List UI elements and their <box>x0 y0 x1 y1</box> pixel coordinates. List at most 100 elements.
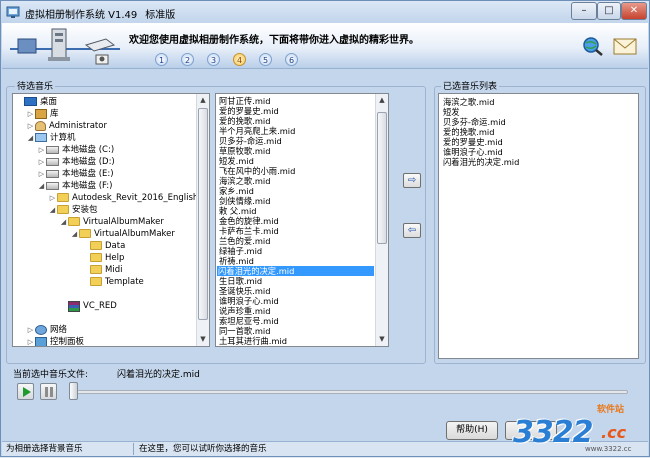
selected-music-item[interactable]: 贝多芬-命运.mid <box>443 117 506 127</box>
tree-node[interactable]: ▷ 本地磁盘 (E:) <box>37 168 114 180</box>
pause-button[interactable] <box>40 383 57 400</box>
selected-music-item[interactable]: 海滨之歌.mid <box>443 97 494 107</box>
tree-node[interactable]: Midi <box>81 264 122 276</box>
expand-toggle-icon[interactable]: ▷ <box>37 156 46 168</box>
library-icon <box>35 109 47 119</box>
music-file-item[interactable]: 爱的挽歌.mid <box>218 116 271 126</box>
tree-node[interactable]: ◢ 安装包 <box>48 204 98 216</box>
file-list-scrollbar[interactable]: ▲ ▼ <box>375 94 388 346</box>
expand-toggle-icon[interactable]: ▷ <box>48 192 57 204</box>
expand-toggle-icon[interactable]: ◢ <box>59 216 68 228</box>
selected-music-item[interactable]: 谁明浪子心.mid <box>443 147 503 157</box>
expand-toggle-icon[interactable]: ▷ <box>37 168 46 180</box>
tree-node[interactable]: ▷ 网络 <box>26 324 67 336</box>
window-title: 虚拟相册制作系统 V1.49 标准版 <box>25 10 176 21</box>
step-6[interactable]: 6 <box>285 53 298 66</box>
add-to-selected-button[interactable]: ⇨ <box>403 173 421 188</box>
expand-toggle-icon[interactable]: ◢ <box>26 132 35 144</box>
scroll-up-icon[interactable]: ▲ <box>197 94 209 107</box>
step-4[interactable]: 4 <box>233 53 246 66</box>
music-file-item[interactable]: 剑侠情缘.mid <box>218 196 271 206</box>
music-file-item[interactable]: 海滨之歌.mid <box>218 176 271 186</box>
expand-toggle-icon[interactable]: ◢ <box>48 204 57 216</box>
tree-node[interactable]: ▷ 控制面板 <box>26 336 84 346</box>
music-file-item[interactable]: 金色的旋律.mid <box>218 216 280 226</box>
expand-toggle-icon[interactable]: ◢ <box>37 180 46 192</box>
tree-node[interactable]: ▷ 库 <box>26 108 59 120</box>
edition-label: 标准版 <box>145 10 176 21</box>
tree-node[interactable]: Data <box>81 240 125 252</box>
search-globe-icon[interactable] <box>582 36 604 56</box>
music-file-item[interactable]: 绿袖子.mid <box>218 246 263 256</box>
folder-icon <box>68 217 80 226</box>
selected-music-item[interactable]: 爱的罗曼史.mid <box>443 137 503 147</box>
expand-toggle-icon[interactable]: ▷ <box>37 144 46 156</box>
music-file-item[interactable]: 爱的罗曼史.mid <box>218 106 280 116</box>
music-file-item[interactable]: 短发.mid <box>218 156 255 166</box>
tree-node[interactable]: ▷ Autodesk_Revit_2016_English <box>48 192 198 204</box>
step-5[interactable]: 5 <box>259 53 272 66</box>
music-file-item[interactable]: 贝多芬-命运.mid <box>218 136 283 146</box>
status-left: 为相册选择背景音乐 <box>6 444 83 454</box>
tree-node[interactable]: ▷ Administrator <box>26 120 107 132</box>
music-file-item[interactable]: 同一首歌.mid <box>218 326 271 336</box>
selected-music-item[interactable]: 爱的挽歌.mid <box>443 127 494 137</box>
scroll-thumb[interactable] <box>377 112 387 244</box>
folder-tree[interactable]: 桌面 ▷ 库 ▷ Administrator ◢ 计算机 ▷ 本地磁盘 (C:) ▷ 本地磁盘 (D… <box>12 93 210 347</box>
step-2[interactable]: 2 <box>181 53 194 66</box>
close-button[interactable]: ✕ <box>621 2 647 20</box>
music-file-item[interactable]: 谁明浪子心.mid <box>218 296 280 306</box>
tree-node[interactable]: ◢ VirtualAlbumMaker <box>59 216 164 228</box>
music-file-list[interactable]: 阿甘正传.mid 爱的罗曼史.mid 爱的挽歌.mid 半个月亮爬上来.mid 贝多芬-… <box>215 93 389 347</box>
tree-node[interactable]: Template <box>81 276 144 288</box>
minimize-button[interactable]: – <box>571 2 597 20</box>
music-file-item[interactable]: 土耳其进行曲.mid <box>218 336 288 346</box>
maximize-button[interactable]: □ <box>597 2 621 20</box>
tree-scrollbar[interactable]: ▲ ▼ <box>196 94 209 346</box>
play-button[interactable] <box>17 383 34 400</box>
music-file-item[interactable]: 阿甘正传.mid <box>218 96 271 106</box>
tree-node[interactable]: ◢ 计算机 <box>26 132 76 144</box>
scroll-down-icon[interactable]: ▼ <box>376 333 388 346</box>
tree-node[interactable]: ◢ VirtualAlbumMaker <box>70 228 175 240</box>
help-button[interactable]: 帮助(H) <box>446 421 498 440</box>
tree-node[interactable]: ▷ 本地磁盘 (C:) <box>37 144 114 156</box>
music-file-item[interactable]: 卡萨布兰卡.mid <box>218 226 280 236</box>
expand-toggle-icon[interactable]: ▷ <box>26 108 35 120</box>
tree-node[interactable]: ◢ 本地磁盘 (F:) <box>37 180 113 192</box>
tree-node-label: VirtualAlbumMaker <box>83 217 164 227</box>
music-file-item[interactable]: 家乡.mid <box>218 186 255 196</box>
expand-toggle-icon[interactable]: ▷ <box>26 324 35 336</box>
step-3[interactable]: 3 <box>207 53 220 66</box>
music-file-item[interactable]: 说声珍重.mid <box>218 306 271 316</box>
music-file-item[interactable]: 生日歌.mid <box>218 276 263 286</box>
playback-progress-thumb[interactable] <box>69 382 78 400</box>
music-file-item[interactable]: 飞在风中的小雨.mid <box>218 166 296 176</box>
music-file-item[interactable]: 索坦尼亚号.mid <box>218 316 280 326</box>
playback-progress-track[interactable] <box>73 390 628 394</box>
tree-node[interactable]: 桌面 <box>15 96 57 108</box>
music-file-item[interactable]: 祈祷.mid <box>218 256 255 266</box>
selected-music-list[interactable]: 海滨之歌.mid 短发 贝多芬-命运.mid 爱的挽歌.mid 爱的罗曼史.mid 谁明浪… <box>438 93 639 359</box>
title-bar[interactable]: 虚拟相册制作系统 V1.49 标准版 – □ ✕ <box>1 1 649 23</box>
scroll-thumb[interactable] <box>198 108 208 320</box>
mail-icon[interactable] <box>613 36 637 56</box>
expand-toggle-icon[interactable]: ◢ <box>70 228 79 240</box>
music-file-item[interactable]: 敕 父.mid <box>218 206 258 216</box>
expand-toggle-icon[interactable]: ▷ <box>26 336 35 346</box>
music-file-item[interactable]: 草原牧歌.mid <box>218 146 271 156</box>
music-file-item-selected[interactable]: 闪着泪光的决定.mid <box>217 266 374 276</box>
tree-node[interactable]: VC_RED <box>59 300 117 312</box>
music-file-item[interactable]: 半个月亮爬上来.mid <box>218 126 296 136</box>
selected-music-item[interactable]: 短发 <box>443 107 460 117</box>
music-file-item[interactable]: 圣诞快乐.mid <box>218 286 271 296</box>
scroll-up-icon[interactable]: ▲ <box>376 94 388 107</box>
step-1[interactable]: 1 <box>155 53 168 66</box>
scroll-down-icon[interactable]: ▼ <box>197 333 209 346</box>
remove-from-selected-button[interactable]: ⇦ <box>403 223 421 238</box>
selected-music-item[interactable]: 闪着泪光的决定.mid <box>443 157 519 167</box>
tree-node[interactable]: ▷ 本地磁盘 (D:) <box>37 156 115 168</box>
expand-toggle-icon[interactable]: ▷ <box>26 120 35 132</box>
tree-node[interactable]: Help <box>81 252 124 264</box>
music-file-item[interactable]: 兰色的爱.mid <box>218 236 271 246</box>
